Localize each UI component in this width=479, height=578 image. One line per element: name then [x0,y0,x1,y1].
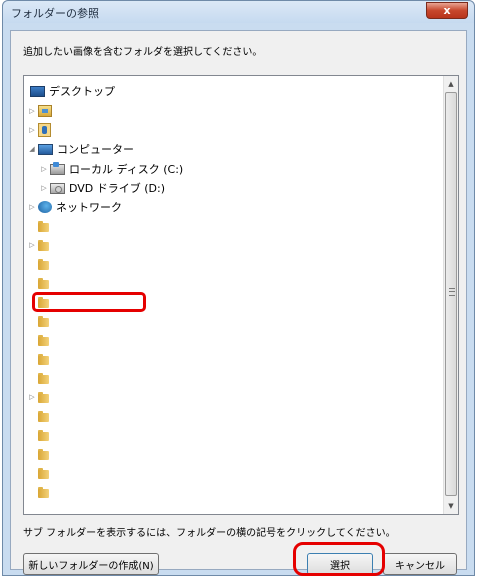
expand-arrow-icon[interactable]: ▷ [40,165,48,173]
tree-item-folder[interactable] [38,331,53,349]
tree-item-local-disk[interactable]: ▷ ローカル ディスク (C:) [40,160,183,178]
expand-arrow-icon[interactable]: ▷ [28,393,36,401]
computer-icon [38,143,53,155]
folder-browse-dialog: フォルダーの参照 x 追加したい画像を含むフォルダを選択してください。 デスクト… [2,0,475,576]
tree-item-label: ローカル ディスク (C:) [69,163,184,176]
grip-icon [449,288,455,296]
instruction-text: 追加したい画像を含むフォルダを選択してください。 [23,47,263,58]
hint-text: サブ フォルダーを表示するには、フォルダーの横の記号をクリックしてください。 [23,528,396,539]
dvd-drive-icon [50,182,65,194]
expand-arrow-icon[interactable]: ▷ [40,184,48,192]
folder-icon [38,372,49,384]
tree-item-dvd-drive[interactable]: ▷ DVD ドライブ (D:) [40,179,165,197]
folder-icon [38,239,49,251]
tree-item-user[interactable]: ▷ [28,121,55,139]
tree-item-folder[interactable] [38,407,53,425]
scroll-down-button[interactable]: ▼ [444,498,458,513]
folder-icon [38,220,49,232]
tree-item-label: コンピューター [57,143,134,156]
scroll-thumb[interactable] [445,92,457,496]
expand-arrow-icon[interactable]: ▷ [28,241,36,249]
expand-arrow-icon[interactable]: ▷ [28,107,36,115]
expand-arrow-icon[interactable]: ▷ [28,126,36,134]
tree-item-desktop[interactable]: デスクトップ [30,82,115,100]
tree-item-label: DVD ドライブ (D:) [69,182,166,195]
folder-icon [38,391,49,403]
tree-item-folder[interactable] [38,426,53,444]
folder-icon [38,353,49,365]
library-icon [38,105,52,117]
hard-disk-icon [50,161,65,175]
scroll-up-button[interactable]: ▲ [444,76,458,91]
folder-icon [38,410,49,422]
folder-icon [38,334,49,346]
tree-item-folder[interactable] [38,369,53,387]
tree-item-folder[interactable]: ▷ [28,388,53,406]
vertical-scrollbar[interactable]: ▲ ▼ [443,76,458,514]
tree-item-folder[interactable] [38,483,53,501]
tree-item-folder[interactable] [38,255,53,273]
folder-icon [38,448,49,460]
tree-item-folder[interactable] [38,464,53,482]
tree-item-label: デスクトップ [49,85,115,98]
folder-icon [38,467,49,479]
network-icon [38,201,52,213]
tree-item-folder[interactable] [38,274,53,292]
tree-item-folder[interactable] [38,217,53,235]
highlight-folder-annotation [32,292,146,312]
tree-item-folder[interactable] [38,350,53,368]
folder-icon [38,258,49,270]
tree-item-library[interactable]: ▷ [28,102,56,120]
title-bar[interactable]: フォルダーの参照 x [3,1,474,23]
tree-item-network[interactable]: ▷ ネットワーク [28,198,122,216]
expand-arrow-icon[interactable]: ▷ [28,203,36,211]
folder-icon [38,429,49,441]
highlight-select-annotation [293,542,385,576]
dialog-title: フォルダーの参照 [11,7,99,20]
tree-item-computer[interactable]: ◢ コンピューター [28,140,134,158]
folder-icon [38,486,49,498]
tree-item-folder[interactable] [38,445,53,463]
folder-icon [38,315,49,327]
tree-item-folder[interactable] [38,312,53,330]
tree-item-folder[interactable]: ▷ [28,236,53,254]
close-button[interactable]: x [426,2,468,19]
desktop-icon [30,85,45,97]
folder-icon [38,277,49,289]
collapse-arrow-icon[interactable]: ◢ [28,145,36,153]
cancel-button[interactable]: キャンセル [383,553,457,575]
user-folder-icon [38,123,51,137]
tree-item-label: ネットワーク [56,201,122,214]
new-folder-button[interactable]: 新しいフォルダーの作成(N) [23,553,159,575]
